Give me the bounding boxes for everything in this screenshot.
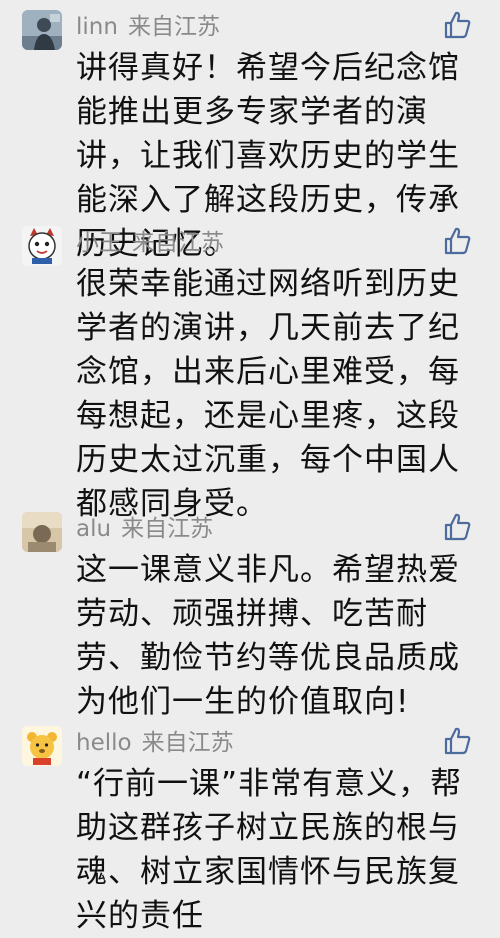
comment-header: 小王 来自江苏 — [76, 226, 224, 260]
avatar[interactable] — [22, 512, 62, 552]
photo-icon — [22, 512, 62, 552]
person-photo-icon — [22, 10, 62, 50]
comment-text: “行前一课”非常有意义，帮助这群孩子树立民族的根与魂、树立家国情怀与民族复兴的责… — [76, 766, 463, 934]
comment-header: alu 来自江苏 — [76, 512, 213, 546]
avatar[interactable] — [22, 226, 62, 266]
comment-header: hello 来自江苏 — [76, 726, 234, 760]
avatar[interactable] — [22, 10, 62, 50]
comment-text: 这一课意义非凡。希望热爱劳动、顽强拼搏、吃苦耐劳、勤俭节约等优良品质成为他们一生… — [76, 552, 460, 720]
comment-header: linn 来自江苏 — [76, 10, 220, 44]
thumbs-up-icon[interactable] — [442, 10, 472, 40]
location-label: 来自江苏 — [121, 516, 214, 542]
username[interactable]: 小王 — [76, 230, 122, 256]
username[interactable]: linn — [76, 14, 118, 40]
thumbs-up-icon[interactable] — [442, 512, 472, 542]
cartoon-bear-icon — [22, 726, 62, 766]
location-label: 来自江苏 — [141, 730, 234, 756]
thumbs-up-icon[interactable] — [442, 726, 472, 756]
cartoon-cat-icon — [22, 226, 62, 266]
location-label: 来自江苏 — [132, 230, 224, 256]
username[interactable]: alu — [76, 516, 111, 542]
location-label: 来自江苏 — [127, 14, 220, 40]
avatar[interactable] — [22, 726, 62, 766]
username[interactable]: hello — [76, 730, 132, 756]
thumbs-up-icon[interactable] — [442, 226, 472, 256]
comment-text: 很荣幸能通过网络听到历史学者的演讲，几天前去了纪念馆，出来后心里难受，每每想起，… — [76, 266, 460, 522]
